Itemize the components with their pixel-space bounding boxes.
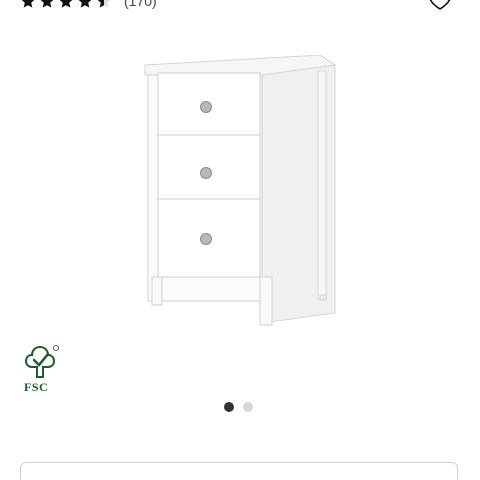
star-full-icon [20,0,36,9]
product-image[interactable] [130,55,350,330]
star-full-icon [77,0,93,9]
bottom-card[interactable] [20,462,458,480]
star-full-icon [39,0,55,9]
carousel-pagination [224,402,253,412]
heart-icon [429,0,451,10]
rating-row[interactable]: (170) [20,0,157,11]
review-count[interactable]: (170) [124,0,157,9]
wishlist-button[interactable] [428,0,452,12]
fsc-label: FSC [24,380,49,394]
star-half-icon [96,0,112,9]
carousel-dot-1[interactable] [224,402,234,412]
star-rating [20,0,112,9]
product-page: (170) FSC [0,0,480,480]
star-full-icon [58,0,74,9]
tree-check-icon [24,345,59,378]
fsc-logo: FSC [20,344,62,394]
carousel-dot-2[interactable] [243,402,253,412]
